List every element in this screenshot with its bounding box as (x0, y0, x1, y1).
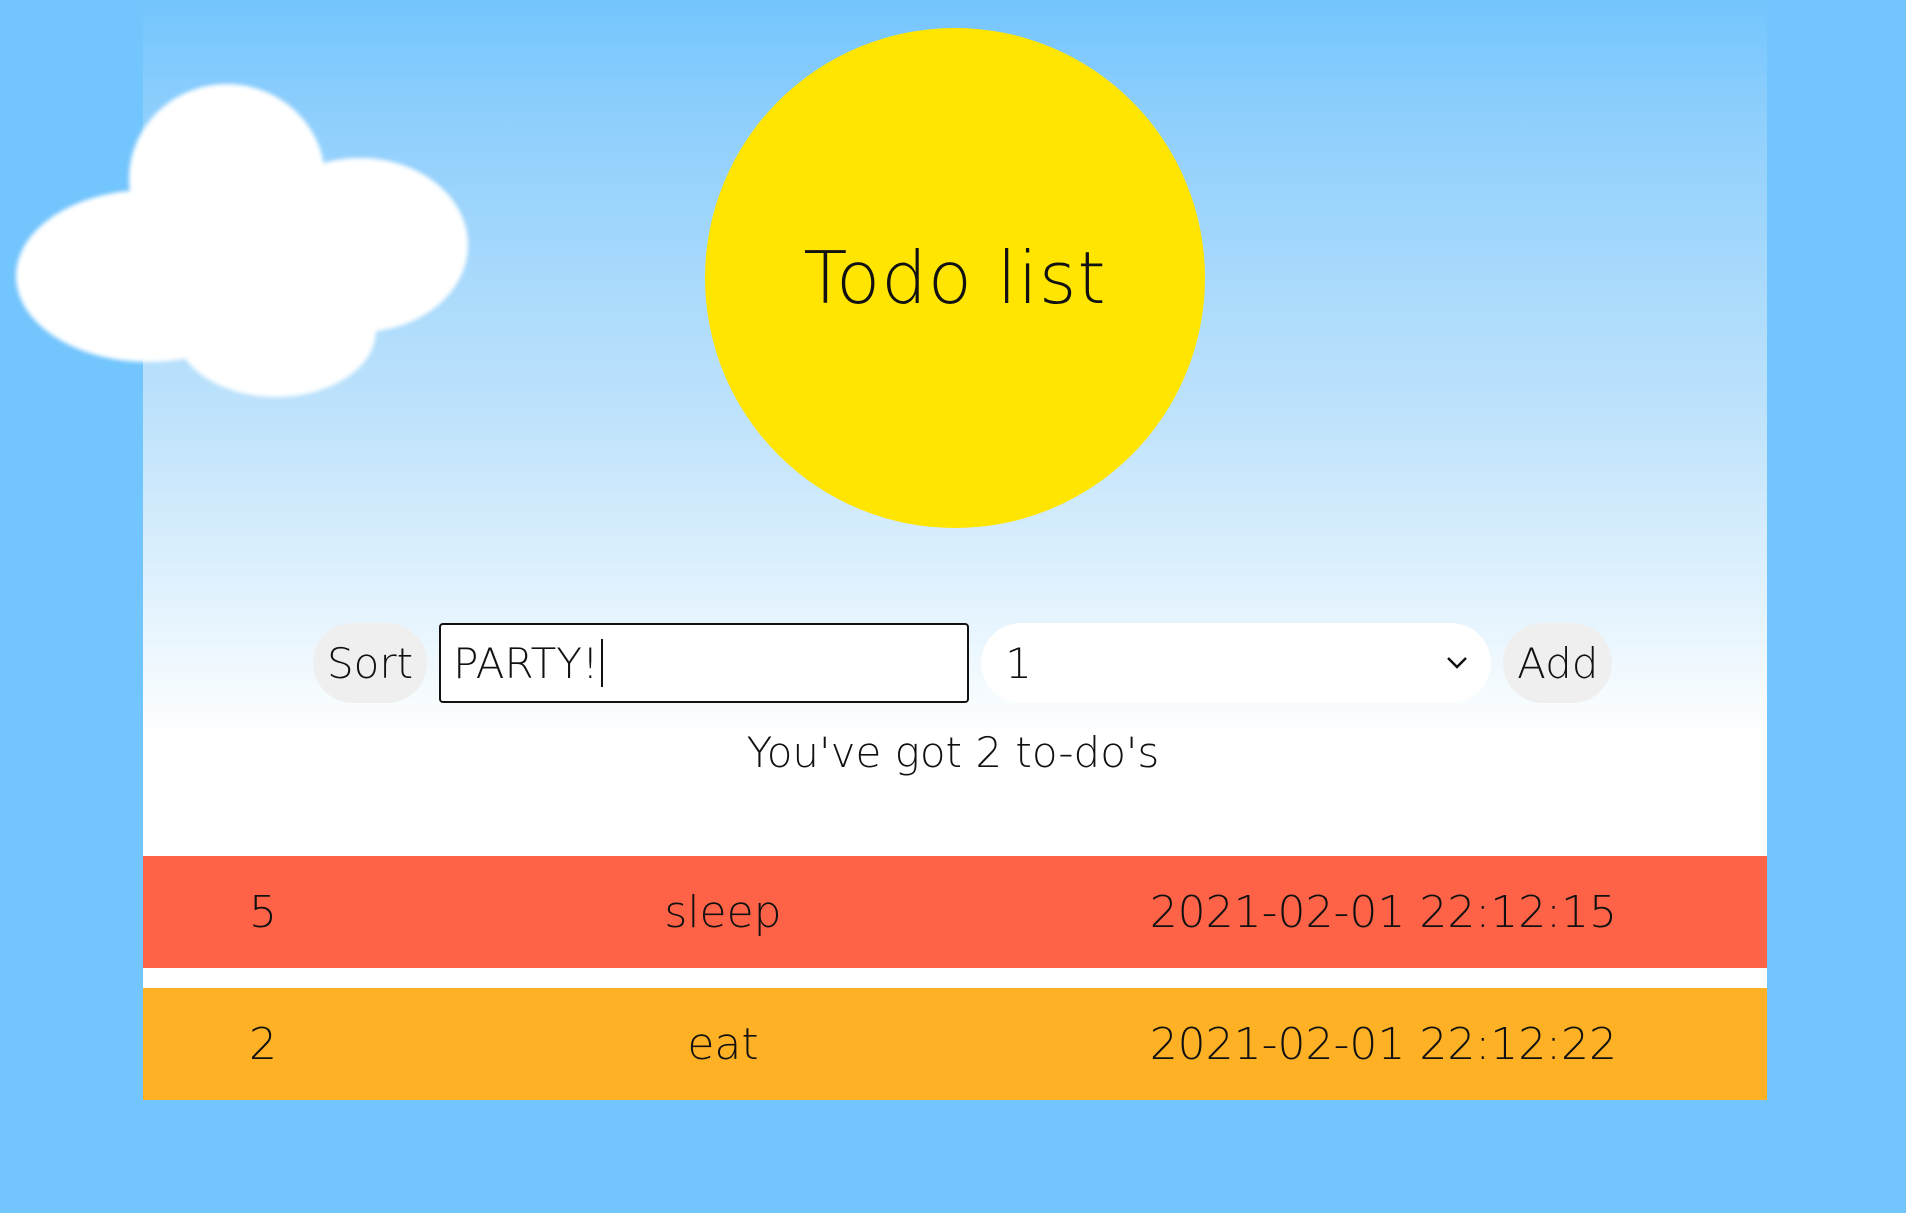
todo-row[interactable]: 5 sleep 2021-02-01 22:12:15 (143, 856, 1767, 968)
todo-timestamp: 2021-02-01 22:12:15 (1149, 886, 1617, 938)
todo-text-value: PARTY! (453, 638, 599, 688)
priority-select-value: 1 (1005, 638, 1032, 688)
todo-priority: 5 (249, 886, 277, 938)
page-title: Todo list (803, 236, 1107, 320)
todo-text-input[interactable]: PARTY! (439, 623, 970, 703)
add-button[interactable]: Add (1503, 623, 1613, 703)
page: Todo list Sort PARTY! 1 Add You've got 2… (0, 0, 1906, 1213)
chevron-down-icon (1443, 649, 1471, 677)
todo-controls: Sort PARTY! 1 Add (313, 623, 1613, 703)
todo-timestamp: 2021-02-01 22:12:22 (1149, 1018, 1617, 1070)
sun-icon: Todo list (705, 28, 1205, 528)
todo-count: You've got 2 to-do's (746, 728, 1160, 777)
todo-row[interactable]: 2 eat 2021-02-01 22:12:22 (143, 988, 1767, 1100)
todo-priority: 2 (249, 1018, 277, 1070)
cloud-icon (16, 84, 476, 404)
todo-text: eat (687, 1018, 759, 1070)
todo-list: 5 sleep 2021-02-01 22:12:15 2 eat 2021-0… (143, 856, 1767, 1100)
priority-select[interactable]: 1 (981, 623, 1492, 703)
sort-button[interactable]: Sort (313, 623, 428, 703)
todo-text: sleep (664, 886, 782, 938)
text-caret (600, 639, 603, 687)
